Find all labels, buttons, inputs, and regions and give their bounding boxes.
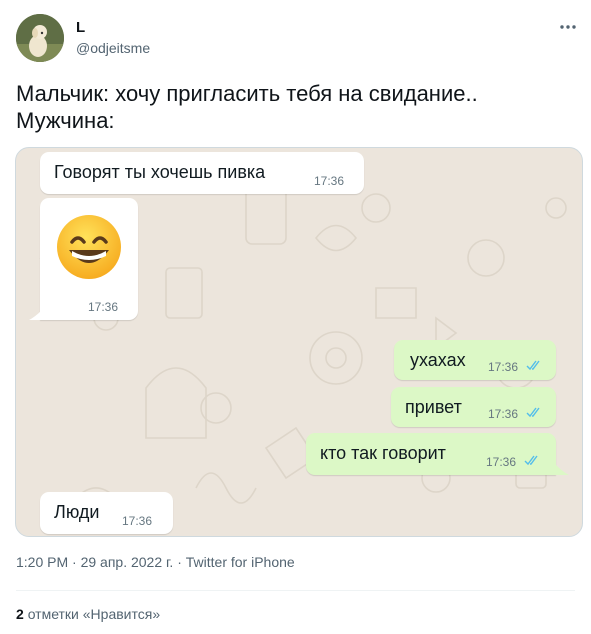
- message-text: привет: [405, 397, 462, 417]
- user-handle[interactable]: @odjeitsme: [76, 40, 150, 56]
- double-check-icon: [526, 360, 540, 371]
- tweet-line: Мальчик: хочу пригласить тебя на свидани…: [16, 81, 478, 106]
- tweet-text: Мальчик: хочу пригласить тебя на свидани…: [16, 80, 576, 134]
- message-bubble-outgoing[interactable]: ухахах 17:36: [394, 340, 556, 380]
- bubble-tail: [29, 310, 42, 320]
- message-time: 17:36: [122, 514, 153, 528]
- message-text: ухахах: [410, 350, 466, 370]
- message-bubble-outgoing[interactable]: привет 17:36: [391, 387, 556, 427]
- likes-count-link[interactable]: 2 отметки «Нравится»: [16, 606, 160, 622]
- double-check-icon: [526, 407, 540, 418]
- message-time: 17:36: [488, 360, 519, 374]
- tweet-date[interactable]: 29 апр. 2022 г.: [81, 554, 174, 570]
- likes-count: 2: [16, 606, 24, 622]
- tweet-meta: 1:20 PM · 29 апр. 2022 г. · Twitter for …: [16, 554, 295, 570]
- tweet-source[interactable]: Twitter for iPhone: [186, 554, 295, 570]
- message-text: Люди: [54, 502, 100, 522]
- likes-label: отметки «Нравится»: [27, 606, 161, 622]
- tweet-time[interactable]: 1:20 PM: [16, 554, 68, 570]
- user-name[interactable]: L: [76, 19, 85, 36]
- meta-separator: ·: [72, 554, 77, 570]
- avatar[interactable]: [16, 14, 64, 62]
- tweet-line: Мужчина:: [16, 108, 115, 133]
- message-bubble-incoming[interactable]: Говорят ты хочешь пивка 17:36: [40, 152, 364, 194]
- tweet-media-image[interactable]: Говорят ты хочешь пивка 17:36 17:36 ухах…: [15, 147, 583, 537]
- double-check-icon: [524, 455, 538, 466]
- message-time: 17:36: [88, 300, 119, 314]
- bubble-tail: [556, 465, 569, 475]
- message-bubble-incoming[interactable]: 17:36: [40, 198, 138, 320]
- message-bubble-incoming[interactable]: Люди 17:36: [40, 492, 173, 534]
- message-time: 17:36: [488, 407, 519, 421]
- divider: [16, 590, 575, 591]
- message-time: 17:36: [486, 455, 517, 469]
- message-text: кто так говорит: [320, 443, 446, 463]
- message-time: 17:36: [314, 174, 345, 188]
- message-bubble-outgoing[interactable]: кто так говорит 17:36: [306, 433, 556, 475]
- meta-separator: ·: [177, 554, 182, 570]
- grinning-face-emoji-icon: [57, 215, 121, 279]
- message-text: Говорят ты хочешь пивка: [54, 162, 266, 182]
- more-dots-icon[interactable]: [557, 16, 579, 38]
